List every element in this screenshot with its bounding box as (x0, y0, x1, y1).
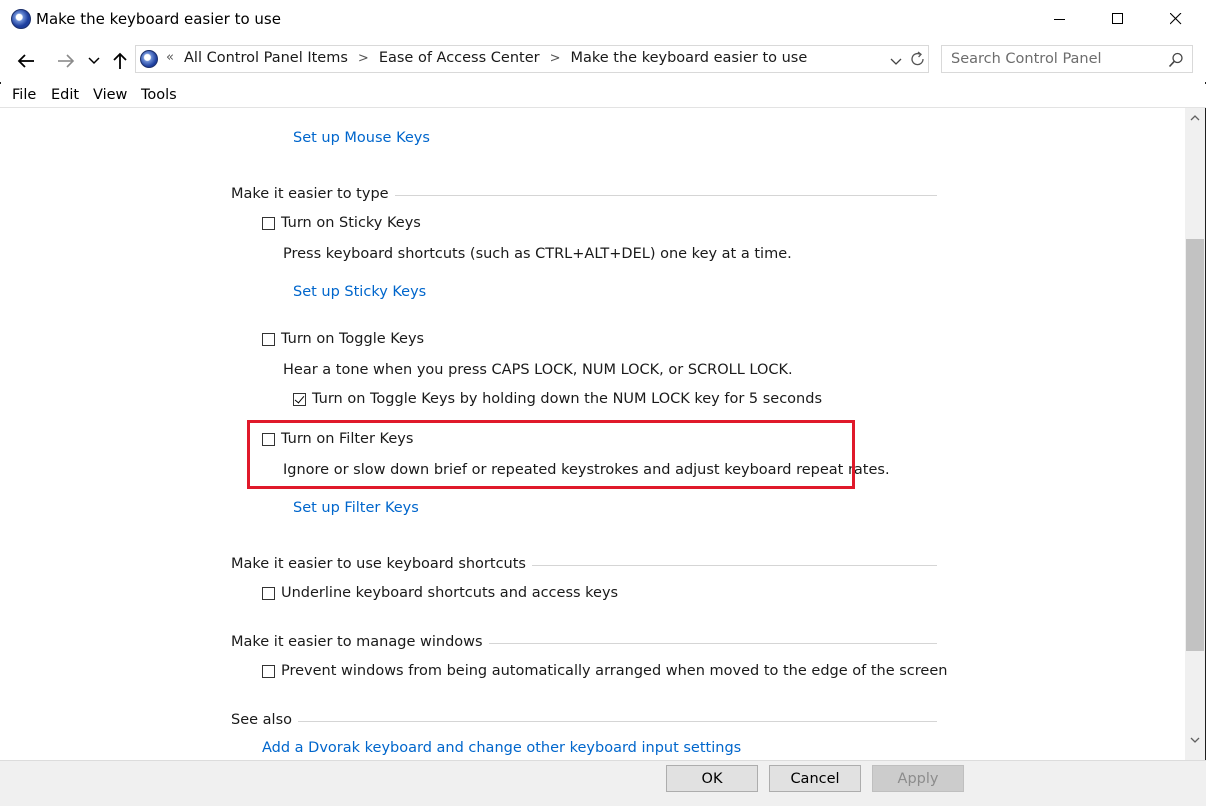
control-panel-icon (140, 50, 158, 68)
scroll-thumb[interactable] (1186, 239, 1204, 651)
section-heading-see-also-label: See also (231, 712, 292, 728)
sticky-keys-option[interactable]: Turn on Sticky Keys (262, 215, 421, 231)
menu-view[interactable]: View (93, 87, 127, 103)
chevron-down-icon (890, 58, 902, 65)
set-up-filter-keys-link[interactable]: Set up Filter Keys (293, 500, 419, 516)
filter-keys-highlight-box (247, 420, 855, 489)
up-arrow-icon (113, 52, 127, 69)
breadcrumb: All Control Panel Items > Ease of Access C… (184, 50, 807, 66)
search-icon[interactable] (1168, 52, 1184, 72)
section-heading-shortcuts-label: Make it easier to use keyboard shortcuts (231, 556, 526, 572)
refresh-icon (911, 51, 924, 66)
breadcrumb-current-page[interactable]: Make the keyboard easier to use (571, 50, 808, 66)
sticky-keys-checkbox[interactable] (262, 216, 275, 230)
forward-button[interactable] (54, 50, 78, 72)
title-bar: Make the keyboard easier to use (0, 0, 1206, 38)
section-divider (531, 564, 937, 566)
section-heading-type-label: Make it easier to type (231, 186, 389, 202)
minimize-button[interactable] (1031, 0, 1089, 38)
toggle-keys-num-lock-checkbox[interactable] (293, 392, 306, 406)
maximize-button[interactable] (1089, 0, 1147, 38)
toggle-keys-option[interactable]: Turn on Toggle Keys (262, 331, 424, 347)
section-divider (488, 642, 937, 644)
dialog-button-bar (0, 760, 1206, 806)
section-divider (394, 194, 937, 196)
menu-bar: File Edit View Tools (0, 84, 1206, 108)
menu-tools[interactable]: Tools (141, 87, 177, 103)
apply-button[interactable]: Apply (872, 765, 964, 792)
close-icon (1170, 13, 1182, 25)
chevron-down-icon (1190, 737, 1200, 743)
breadcrumb-ease-of-access-center[interactable]: Ease of Access Center (379, 50, 540, 66)
chevron-right-icon[interactable]: > (358, 51, 369, 66)
section-heading-windows-label: Make it easier to manage windows (231, 634, 483, 650)
chevron-up-icon (1190, 115, 1200, 121)
forward-arrow-icon (58, 54, 75, 68)
ease-of-access-icon (11, 9, 31, 29)
maximize-icon (1112, 13, 1123, 24)
prevent-arrange-option[interactable]: Prevent windows from being automatically… (262, 663, 947, 679)
ok-button[interactable]: OK (666, 765, 758, 792)
set-up-sticky-keys-link[interactable]: Set up Sticky Keys (293, 284, 426, 300)
search-input[interactable]: Search Control Panel (941, 45, 1193, 73)
window-title: Make the keyboard easier to use (36, 10, 281, 28)
scroll-up-button[interactable] (1185, 108, 1205, 128)
section-heading-see-also: See also (231, 712, 937, 728)
toggle-keys-num-lock-option[interactable]: Turn on Toggle Keys by holding down the … (293, 391, 822, 407)
section-divider (298, 720, 937, 722)
toggle-keys-checkbox[interactable] (262, 332, 275, 346)
section-heading-type: Make it easier to type (231, 186, 937, 202)
back-arrow-icon (17, 54, 34, 68)
menu-edit[interactable]: Edit (51, 87, 79, 103)
prevent-arrange-checkbox[interactable] (262, 664, 275, 678)
underline-shortcuts-label[interactable]: Underline keyboard shortcuts and access … (281, 585, 618, 601)
search-placeholder: Search Control Panel (951, 51, 1102, 67)
section-heading-shortcuts: Make it easier to use keyboard shortcuts (231, 556, 937, 572)
chevron-right-icon[interactable]: > (550, 51, 561, 66)
toggle-keys-description: Hear a tone when you press CAPS LOCK, NU… (283, 362, 793, 378)
dvorak-keyboard-link[interactable]: Add a Dvorak keyboard and change other k… (262, 740, 741, 756)
sticky-keys-description: Press keyboard shortcuts (such as CTRL+A… (283, 246, 792, 262)
minimize-icon (1054, 19, 1065, 20)
menu-file[interactable]: File (12, 87, 36, 103)
up-button[interactable] (109, 50, 131, 72)
scroll-down-button[interactable] (1185, 730, 1205, 750)
breadcrumb-all-control-panel-items[interactable]: All Control Panel Items (184, 50, 348, 66)
back-button[interactable] (14, 50, 38, 72)
address-dropdown-button[interactable] (890, 54, 902, 70)
toggle-keys-num-lock-label[interactable]: Turn on Toggle Keys by holding down the … (312, 391, 822, 407)
section-heading-windows: Make it easier to manage windows (231, 634, 937, 650)
chevron-down-icon (88, 57, 100, 65)
close-button[interactable] (1147, 0, 1205, 38)
underline-shortcuts-checkbox[interactable] (262, 586, 275, 600)
overflow-chevron[interactable]: « (166, 50, 174, 65)
refresh-button[interactable] (909, 50, 927, 72)
prevent-arrange-label[interactable]: Prevent windows from being automatically… (281, 663, 947, 679)
recent-locations-button[interactable] (86, 50, 102, 72)
cancel-button[interactable]: Cancel (769, 765, 861, 792)
address-bar[interactable]: « All Control Panel Items > Ease of Access… (135, 45, 929, 73)
sticky-keys-label[interactable]: Turn on Sticky Keys (281, 215, 421, 231)
set-up-mouse-keys-link[interactable]: Set up Mouse Keys (293, 130, 430, 146)
toggle-keys-label[interactable]: Turn on Toggle Keys (281, 331, 424, 347)
underline-shortcuts-option[interactable]: Underline keyboard shortcuts and access … (262, 585, 618, 601)
